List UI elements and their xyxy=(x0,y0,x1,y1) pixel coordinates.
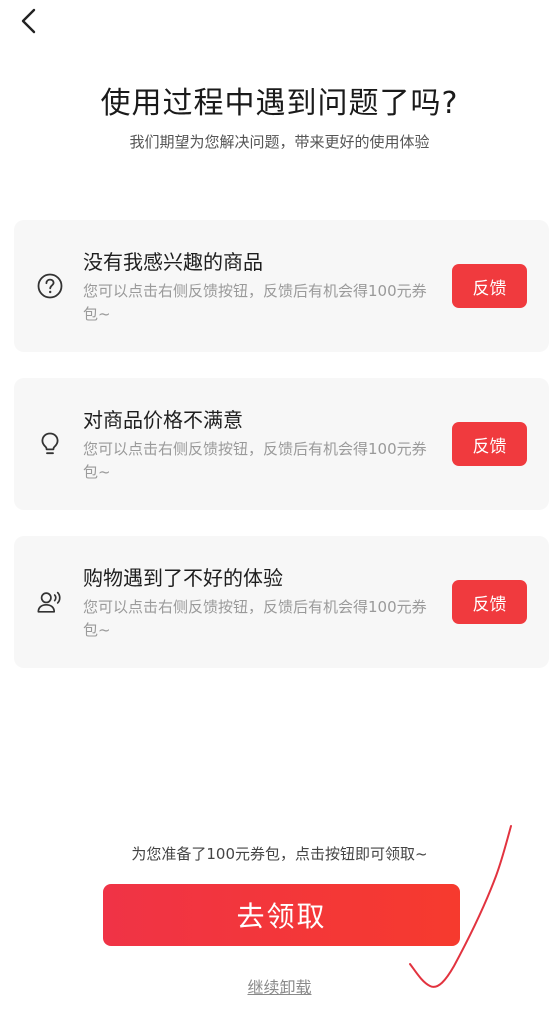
question-circle-icon xyxy=(36,272,64,300)
user-voice-icon xyxy=(36,588,64,616)
continue-uninstall-row: 继续卸载 xyxy=(0,974,559,998)
coupon-promo-text: 为您准备了100元券包，点击按钮即可领取~ xyxy=(131,845,428,863)
feedback-card-price: 对商品价格不满意 您可以点击右侧反馈按钮，反馈后有机会得100元券包~ 反馈 xyxy=(14,378,549,510)
chevron-left-icon xyxy=(21,8,36,34)
card-title: 购物遇到了不好的体验 xyxy=(83,566,283,590)
card-title: 没有我感兴趣的商品 xyxy=(83,250,263,274)
claim-coupon-button[interactable]: 去领取 xyxy=(103,884,460,946)
feedback-card-bad-experience: 购物遇到了不好的体验 您可以点击右侧反馈按钮，反馈后有机会得100元券包~ 反馈 xyxy=(14,536,549,668)
feedback-card-no-interest: 没有我感兴趣的商品 您可以点击右侧反馈按钮，反馈后有机会得100元券包~ 反馈 xyxy=(14,220,549,352)
lightbulb-icon xyxy=(36,430,64,458)
feedback-button[interactable]: 反馈 xyxy=(452,580,527,624)
feedback-button[interactable]: 反馈 xyxy=(452,422,527,466)
back-button[interactable] xyxy=(14,6,44,36)
page-title: 使用过程中遇到问题了吗? xyxy=(100,86,459,121)
card-title: 对商品价格不满意 xyxy=(83,408,243,432)
card-description: 您可以点击右侧反馈按钮，反馈后有机会得100元券包~ xyxy=(83,598,427,639)
feedback-button[interactable]: 反馈 xyxy=(452,264,527,308)
card-description: 您可以点击右侧反馈按钮，反馈后有机会得100元券包~ xyxy=(83,282,427,323)
continue-uninstall-link[interactable]: 继续卸载 xyxy=(247,978,311,997)
page-subtitle: 我们期望为您解决问题，带来更好的使用体验 xyxy=(129,133,430,151)
card-description: 您可以点击右侧反馈按钮，反馈后有机会得100元券包~ xyxy=(83,440,427,481)
uninstall-feedback-page: 使用过程中遇到问题了吗? 我们期望为您解决问题，带来更好的使用体验 没有我感兴趣… xyxy=(0,0,559,1018)
